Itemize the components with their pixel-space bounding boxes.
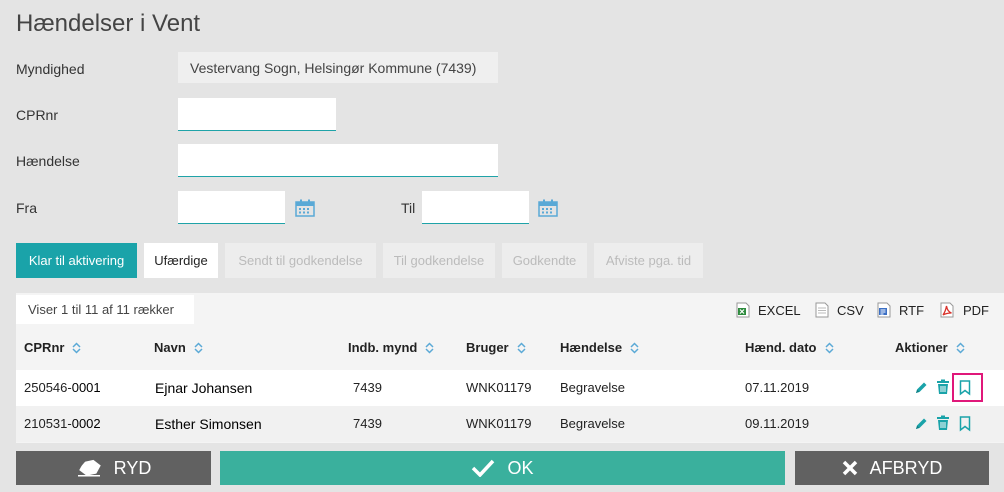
ok-button[interactable]: OK [220, 451, 785, 485]
bruger-cell: WNK01179 [466, 380, 532, 395]
navn-cell: Ejnar Johansen [155, 380, 253, 396]
export-csv-button[interactable]: CSV [815, 302, 864, 318]
ryd-button[interactable]: RYD [16, 451, 211, 485]
til-label: Til [401, 200, 416, 216]
rtf-icon [877, 302, 891, 318]
mynd-cell: 7439 [353, 380, 382, 395]
tab-klar-til-aktivering[interactable]: Klar til aktivering [16, 243, 137, 278]
cpr-prefix: 250546- [24, 380, 72, 395]
dato-cell: 07.11.2019 [745, 380, 810, 395]
afbryd-label: AFBRYD [869, 457, 943, 478]
sort-icon [630, 341, 639, 354]
cprnr-label: CPRnr [16, 107, 59, 123]
navn-cell: Esther Simonsen [155, 416, 262, 432]
pdf-label: PDF [963, 302, 989, 318]
column-header-haend-dato[interactable]: Hænd. dato [745, 340, 834, 355]
fra-calendar-icon[interactable] [295, 199, 315, 217]
aktioner-header-label: Aktioner [895, 340, 948, 355]
sort-icon [824, 341, 834, 354]
haendelse-header-label: Hændelse [560, 340, 623, 355]
ryd-label: RYD [113, 457, 152, 478]
cpr-cell: 210531-0002 [24, 416, 101, 431]
mynd-cell: 7439 [353, 416, 382, 431]
export-pdf-button[interactable]: PDF [939, 302, 989, 318]
column-header-indb-mynd[interactable]: Indb. mynd [348, 340, 434, 355]
fra-date-input[interactable] [178, 191, 285, 224]
sort-icon [425, 341, 434, 354]
tab-ufaerdige[interactable]: Ufærdige [144, 243, 218, 278]
sort-icon [956, 341, 965, 354]
cpr-suffix: 0001 [71, 380, 101, 395]
column-header-haendelse[interactable]: Hændelse [560, 340, 639, 355]
sort-icon [517, 341, 526, 354]
dato-cell: 09.11.2019 [745, 416, 810, 431]
column-header-bruger[interactable]: Bruger [466, 340, 526, 355]
column-header-aktioner[interactable]: Aktioner [895, 340, 965, 355]
bruger-cell: WNK01179 [466, 416, 532, 431]
export-rtf-button[interactable]: RTF [877, 302, 924, 318]
pdf-icon [940, 302, 954, 318]
csv-label: CSV [837, 302, 864, 318]
column-header-navn[interactable]: Navn [154, 340, 203, 355]
sort-icon [194, 341, 203, 354]
delete-trash-icon[interactable] [936, 379, 950, 395]
tab-afviste[interactable]: Afviste pga. tid [594, 243, 703, 278]
afbryd-button[interactable]: AFBRYD [795, 451, 989, 485]
myndighed-field: Vestervang Sogn, Helsingør Kommune (7439… [178, 52, 498, 83]
ok-label: OK [507, 457, 534, 478]
eraser-icon [77, 459, 101, 477]
haendelse-cell: Begravelse [560, 416, 626, 431]
sort-icon [72, 341, 81, 354]
cpr-prefix: 210531- [24, 416, 72, 431]
page-title: Hændelser i Vent [16, 10, 201, 37]
cpr-suffix: 0002 [71, 416, 101, 431]
tab-godkendte[interactable]: Godkendte [502, 243, 587, 278]
excel-icon [736, 302, 750, 318]
bookmark-icon[interactable] [958, 416, 972, 432]
fra-label: Fra [16, 200, 37, 216]
csv-icon [815, 302, 829, 318]
cprnr-header-label: CPRnr [24, 340, 65, 355]
navn-header-label: Navn [154, 340, 186, 355]
tab-sendt-til-godkendelse[interactable]: Sendt til godkendelse [225, 243, 376, 278]
haendelse-cell: Begravelse [560, 380, 626, 395]
tab-til-godkendelse[interactable]: Til godkendelse [383, 243, 495, 278]
myndighed-label: Myndighed [16, 61, 85, 77]
excel-label: EXCEL [758, 302, 801, 318]
til-date-input[interactable] [422, 191, 529, 224]
close-icon [842, 460, 857, 476]
haendelse-input[interactable] [178, 144, 498, 177]
til-calendar-icon[interactable] [538, 199, 558, 217]
column-header-cprnr[interactable]: CPRnr [24, 340, 81, 355]
bruger-header-label: Bruger [466, 340, 509, 355]
edit-pencil-icon[interactable] [914, 416, 928, 432]
haendelse-label: Hændelse [16, 153, 80, 169]
rtf-label: RTF [899, 302, 925, 318]
indb-mynd-header-label: Indb. mynd [348, 340, 418, 355]
row-count-info: Viser 1 til 11 af 11 rækker [16, 295, 194, 324]
checkmark-icon [472, 459, 495, 477]
cpr-cell: 250546-0001 [24, 380, 101, 395]
delete-trash-icon[interactable] [936, 415, 950, 431]
haend-dato-header-label: Hænd. dato [745, 340, 817, 355]
edit-pencil-icon[interactable] [914, 380, 928, 396]
cprnr-input[interactable] [178, 98, 336, 131]
export-excel-button[interactable]: EXCEL [736, 302, 801, 318]
bookmark-highlight [952, 373, 983, 402]
